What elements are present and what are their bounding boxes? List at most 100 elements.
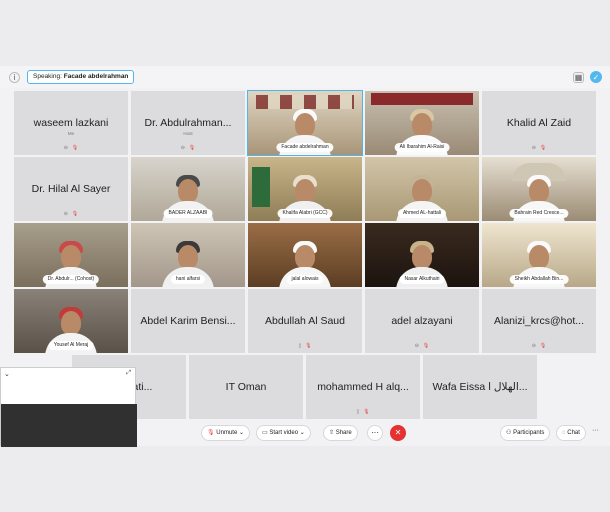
end-call-button[interactable]: ✕ — [390, 425, 406, 441]
connection-icon: ⊖ — [531, 343, 536, 349]
participant-tile[interactable]: adel alzayani ⊖ 🎙 — [365, 289, 479, 353]
participant-tile[interactable]: Sheikh Abdallah Bin... — [482, 223, 596, 287]
mic-muted-icon: 🎙 — [71, 211, 79, 217]
cohost-tag: (Cohost) — [75, 276, 95, 282]
participant-status: ⊖ 🎙 — [131, 145, 245, 151]
participant-tile[interactable]: Dr. Abdulrahman... Host ⊖ 🎙 — [131, 91, 245, 155]
status-icon[interactable]: ✓ — [590, 71, 602, 83]
participant-name: Abdel Karim Bensi... — [140, 315, 236, 327]
participant-tile[interactable]: Abdel Karim Bensi... — [131, 289, 245, 353]
participant-tile[interactable]: IT Oman — [189, 355, 303, 419]
chat-button[interactable]: ◌ Chat — [556, 425, 586, 441]
participant-status: ⊖ 🎙 — [14, 145, 128, 151]
participant-name: Nasar Alkuthairi — [399, 275, 445, 284]
participant-tile[interactable]: Abdullah Al Saud ▯ 🎙 — [248, 289, 362, 353]
connection-icon: ⊖ — [531, 145, 536, 151]
layout-grid-icon[interactable]: ▦ — [573, 72, 584, 83]
participant-status: ⊖ 🎙 — [482, 145, 596, 151]
participant-tile[interactable]: BADER ALZAABI — [131, 157, 245, 221]
flag — [252, 167, 270, 207]
control-bar: 🎙 Unmute ⌄ ▭ Start video ⌄ ⇧ Share ··· ✕… — [0, 419, 610, 446]
participant-status: ⊖ 🎙 — [482, 343, 596, 349]
participant-status: ⊖ 🎙 — [14, 211, 128, 217]
video-camera-icon: ▭ — [262, 430, 268, 436]
participant-tile[interactable]: Facade abdelrahman — [247, 90, 363, 156]
info-icon[interactable]: i — [9, 72, 20, 83]
participant-name: waseem lazkani — [33, 117, 109, 129]
participant-tile[interactable]: Wafa Eissa الهلال ا... — [423, 355, 537, 419]
participant-name: Bahrain Red Cresce... — [509, 209, 569, 218]
participant-tile[interactable]: Dr. Abdulr... (Cohost) — [14, 223, 128, 287]
share-icon: ⇧ — [329, 430, 335, 436]
chevron-down-icon[interactable]: ⌄ — [300, 430, 305, 436]
participant-name: Abdullah Al Saud — [265, 315, 345, 327]
speaking-name: Facade abdelrahman — [63, 73, 129, 80]
chevron-down-icon[interactable]: ⌄ — [4, 370, 10, 378]
participant-name: jalal alowais — [286, 275, 324, 284]
participant-name: Dr. Abdulr... (Cohost) — [42, 275, 100, 284]
participant-name: Facade abdelrahman — [276, 143, 334, 152]
mic-muted-icon: 🎙 — [305, 343, 312, 349]
participant-name: IT Oman — [225, 381, 267, 393]
participant-role: Me — [67, 131, 75, 136]
participant-status: ▯ 🎙 — [306, 409, 420, 415]
chat-icon: ◌ — [562, 430, 566, 436]
share-button[interactable]: ⇧ Share — [323, 425, 358, 441]
participant-name: Ahmed AL-hattali — [397, 209, 447, 218]
participant-tile[interactable]: Bahrain Red Cresce... — [482, 157, 596, 221]
chevron-down-icon[interactable]: ⌄ — [239, 430, 244, 436]
top-bar: i Speaking: Facade abdelrahman ▦ ✓ — [0, 66, 610, 88]
participant-tile[interactable]: Nasar Alkuthairi — [365, 223, 479, 287]
more-options-button[interactable]: ··· — [367, 425, 383, 441]
participant-status: ⊖ 🎙 — [365, 343, 479, 349]
participant-name: BADER ALZAABI — [163, 209, 213, 218]
participants-button[interactable]: ⚇ Participants — [500, 425, 551, 441]
participant-tile[interactable]: mohammed H alq... ▯ 🎙 — [306, 355, 420, 419]
expand-icon[interactable]: ⤢ — [126, 370, 131, 377]
participant-name: mohammed H alq... — [317, 381, 409, 393]
connection-icon: ⊖ — [63, 145, 68, 151]
participant-tile[interactable]: Ali Ibarahim Al-Raisi — [365, 91, 479, 155]
meeting-window: i Speaking: Facade abdelrahman ▦ ✓ wasee… — [0, 66, 610, 447]
participant-name: hani alfarsi — [170, 275, 206, 284]
participant-role: Host — [183, 131, 193, 136]
participants-label: Participants — [513, 430, 545, 436]
mic-muted-icon: 🎙 — [422, 343, 430, 349]
participant-tile[interactable]: Khalid Al Zaid ⊖ 🎙 — [482, 91, 596, 155]
participant-tile[interactable]: waseem lazkani Me ⊖ 🎙 — [14, 91, 128, 155]
participant-name-text: Dr. Abdulr... — [47, 276, 74, 282]
connection-icon: ⊖ — [180, 145, 185, 151]
chat-label: Chat — [567, 430, 580, 436]
participant-tile[interactable]: Dr. Hilal Al Sayer ⊖ 🎙 — [14, 157, 128, 221]
connection-icon: ▯ — [356, 409, 360, 415]
overflow-menu-button[interactable]: ··· — [592, 427, 599, 434]
participant-name: adel alzayani — [391, 315, 453, 327]
participant-tile[interactable]: Alanizi_krcs@hot... ⊖ 🎙 — [482, 289, 596, 353]
participants-icon: ⚇ — [506, 430, 512, 436]
participant-tile[interactable]: Yousef Al Meraj — [14, 289, 128, 353]
unmute-label: Unmute — [216, 430, 238, 436]
participant-name: Khalid Al Zaid — [506, 117, 572, 129]
participant-tile[interactable]: jalal alowais — [248, 223, 362, 287]
participant-name: Ali Ibarahim Al-Raisi — [394, 143, 450, 152]
participant-name: Yousef Al Meraj — [48, 341, 94, 350]
start-video-button[interactable]: ▭ Start video ⌄ — [256, 425, 311, 441]
participant-tile[interactable]: Khalifa Alabri (GCC) — [248, 157, 362, 221]
connection-icon: ⊖ — [63, 211, 68, 217]
participant-name: Khalifa Alabri (GCC) — [277, 209, 333, 218]
participant-name: Alanizi_krcs@hot... — [493, 315, 585, 327]
mic-muted-icon: 🎙 — [207, 430, 215, 436]
participant-name: Wafa Eissa الهلال ا... — [432, 381, 528, 393]
unmute-button[interactable]: 🎙 Unmute ⌄ — [201, 425, 251, 441]
connection-icon: ▯ — [298, 343, 302, 349]
participant-tile[interactable]: hani alfarsi — [131, 223, 245, 287]
wall-banner — [371, 93, 473, 105]
participant-name: Sheikh Abdallah Bin... — [509, 275, 569, 284]
mic-muted-icon: 🎙 — [539, 343, 547, 349]
mic-muted-icon: 🎙 — [539, 145, 547, 151]
participant-name: Dr. Hilal Al Sayer — [31, 183, 111, 195]
mic-muted-icon: 🎙 — [188, 145, 196, 151]
participant-status: ▯ 🎙 — [248, 343, 362, 349]
participant-tile[interactable]: Ahmed AL-hattali — [365, 157, 479, 221]
connection-icon: ⊖ — [414, 343, 419, 349]
